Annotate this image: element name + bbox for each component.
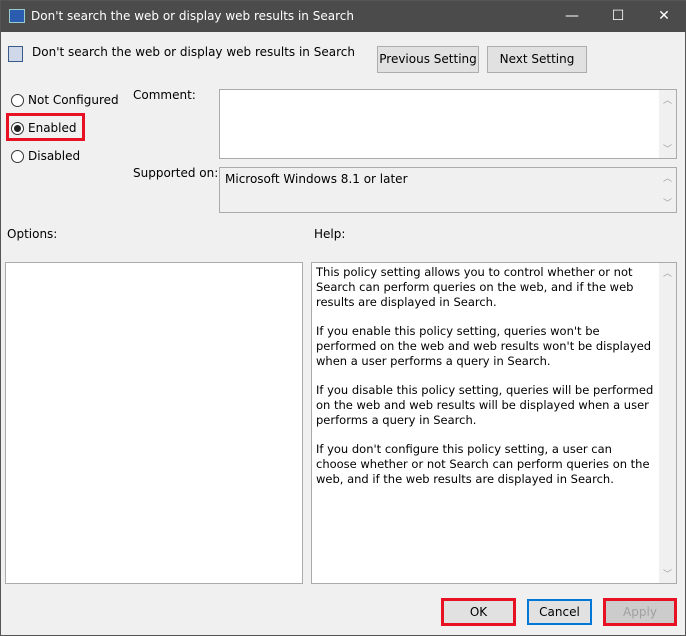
help-paragraph: If you disable this policy setting, quer…	[316, 383, 654, 427]
cancel-button[interactable]: Cancel	[527, 599, 592, 625]
comment-input[interactable]: ︿ ﹀	[219, 89, 677, 159]
help-paragraph: This policy setting allows you to contro…	[316, 265, 634, 309]
previous-setting-button[interactable]: Previous Setting	[377, 46, 479, 73]
help-pane: This policy setting allows you to contro…	[311, 262, 677, 584]
options-label: Options:	[7, 227, 58, 241]
policy-icon	[8, 46, 23, 62]
help-label: Help:	[314, 227, 346, 241]
ok-button[interactable]: OK	[441, 598, 516, 626]
app-icon	[9, 9, 25, 23]
options-pane	[5, 262, 303, 584]
supported-on-field: Microsoft Windows 8.1 or later ︿ ﹀	[219, 167, 677, 213]
help-paragraph: If you don't configure this policy setti…	[316, 442, 650, 486]
maximize-button[interactable]: ☐	[595, 1, 641, 32]
minimize-button[interactable]: —	[549, 1, 595, 32]
title-bar: Don't search the web or display web resu…	[1, 1, 686, 32]
next-setting-button[interactable]: Next Setting	[487, 46, 587, 73]
comment-label: Comment:	[133, 88, 196, 102]
close-button[interactable]: ✕	[641, 1, 686, 32]
help-scrollbar[interactable]: ︿ ﹀	[659, 263, 676, 583]
supported-scrollbar[interactable]: ︿ ﹀	[659, 168, 676, 212]
policy-title: Don't search the web or display web resu…	[32, 45, 355, 59]
apply-button[interactable]: Apply	[603, 598, 677, 626]
help-paragraph: If you enable this policy setting, queri…	[316, 324, 652, 368]
comment-scrollbar[interactable]: ︿ ﹀	[659, 90, 676, 158]
supported-on-label: Supported on:	[133, 166, 219, 180]
window-title: Don't search the web or display web resu…	[31, 9, 354, 23]
